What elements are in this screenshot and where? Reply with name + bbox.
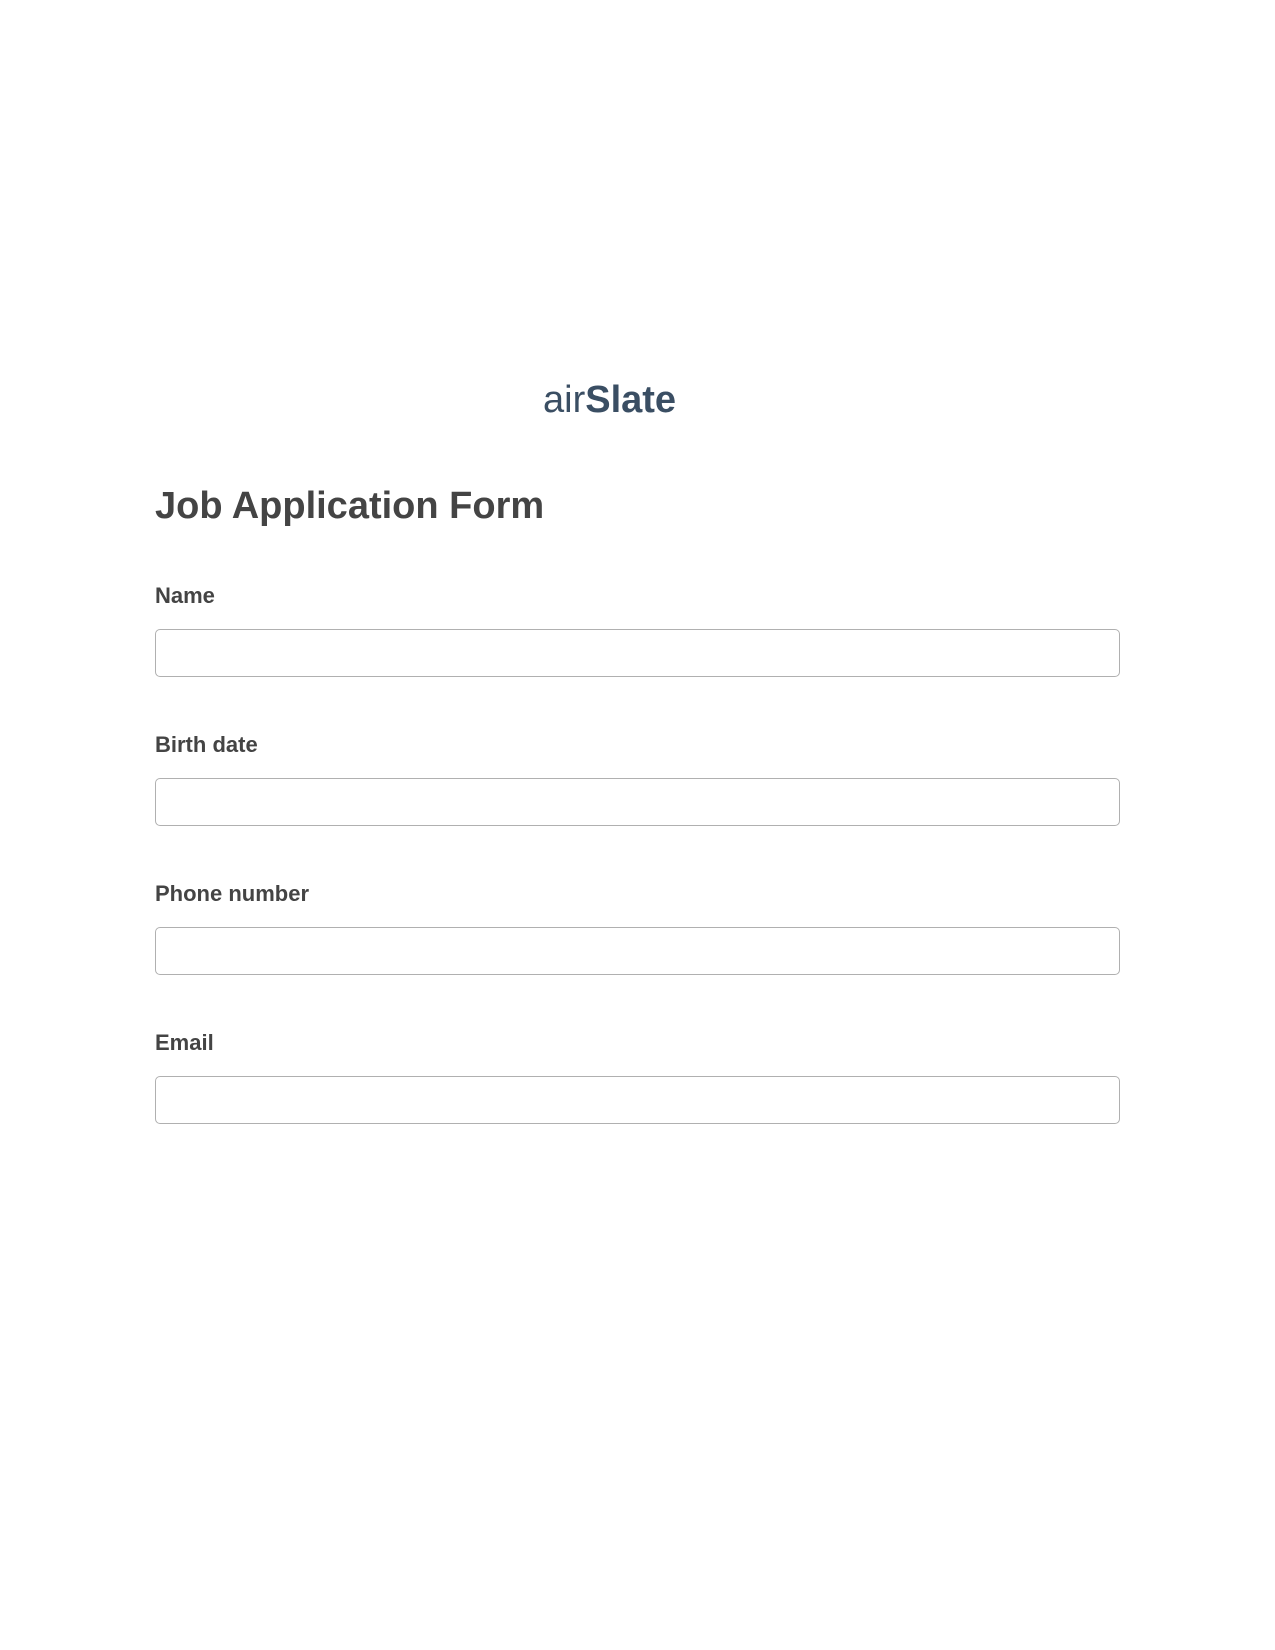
airslate-logo-icon: airSlate [543, 380, 733, 420]
brand-logo: airSlate [155, 380, 1120, 425]
form-field-name: Name [155, 583, 1120, 677]
svg-text:airSlate: airSlate [543, 380, 676, 420]
form-field-birthdate: Birth date [155, 732, 1120, 826]
form-title: Job Application Form [155, 485, 1120, 528]
birthdate-input[interactable] [155, 778, 1120, 826]
birthdate-label: Birth date [155, 732, 1120, 758]
form-page: airSlate Job Application Form Name Birth… [0, 0, 1275, 1124]
name-label: Name [155, 583, 1120, 609]
phone-input[interactable] [155, 927, 1120, 975]
email-input[interactable] [155, 1076, 1120, 1124]
email-label: Email [155, 1030, 1120, 1056]
phone-label: Phone number [155, 881, 1120, 907]
form-field-phone: Phone number [155, 881, 1120, 975]
name-input[interactable] [155, 629, 1120, 677]
form-field-email: Email [155, 1030, 1120, 1124]
